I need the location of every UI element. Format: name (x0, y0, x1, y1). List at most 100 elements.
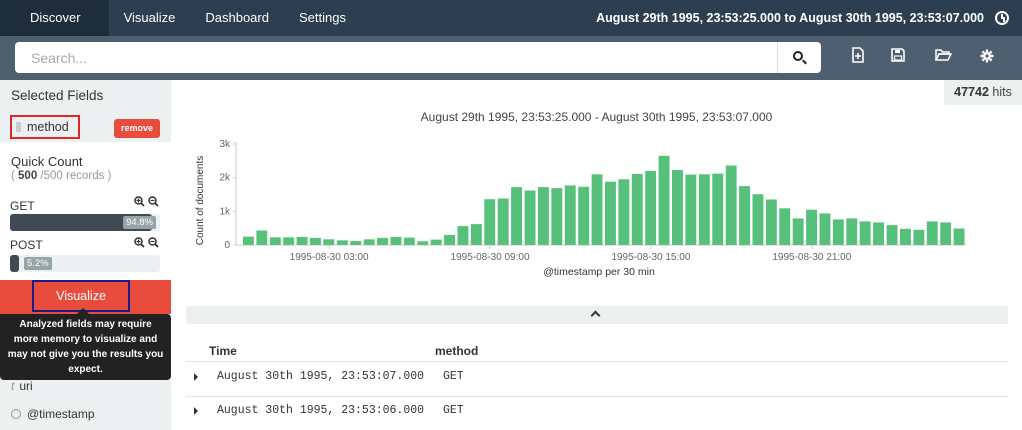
histogram-bar[interactable] (497, 198, 509, 246)
histogram-bar[interactable] (350, 241, 362, 245)
histogram-bar[interactable] (296, 236, 308, 245)
histogram-bar[interactable] (457, 226, 469, 245)
quick-count-percent-get: 94.8% (123, 216, 156, 229)
histogram-bar[interactable] (511, 187, 522, 245)
histogram-bar[interactable] (725, 165, 737, 246)
string-type-icon: t (11, 379, 15, 393)
zoom-in-icon[interactable] (134, 237, 145, 251)
histogram-bar[interactable] (631, 174, 643, 245)
histogram-bar[interactable] (269, 237, 281, 245)
histogram-bar[interactable] (779, 208, 791, 245)
histogram-bar[interactable] (832, 219, 844, 245)
cell-time: August 30th 1995, 23:53:07.000 (217, 370, 425, 383)
histogram-chart[interactable]: 0 1k 2k 3k 1995-08-30 03:00 1995-08-30 09:00 1… (180, 128, 980, 278)
histogram-bar[interactable] (645, 170, 657, 245)
histogram-bar[interactable] (752, 194, 764, 245)
remove-field-button[interactable]: remove (114, 119, 160, 138)
field-item-timestamp[interactable]: @timestamp (11, 407, 95, 421)
quick-count-title: Quick Count (11, 154, 83, 169)
histogram-bar[interactable] (323, 239, 335, 245)
histogram-bar[interactable] (819, 213, 831, 245)
search-input[interactable] (15, 42, 775, 73)
histogram-bar[interactable] (578, 186, 590, 245)
histogram-bar[interactable] (806, 209, 817, 245)
histogram-bar[interactable] (605, 181, 616, 245)
save-search-icon[interactable] (890, 47, 906, 65)
histogram-bar[interactable] (444, 234, 455, 245)
chart-collapse-toggle[interactable] (186, 306, 1008, 324)
histogram-bar[interactable] (283, 237, 295, 245)
chart-title: August 29th 1995, 23:53:25.000 - August … (420, 110, 773, 124)
histogram-bar[interactable] (846, 218, 858, 245)
field-item-uri[interactable]: t uri (11, 379, 33, 393)
zoom-out-icon[interactable] (148, 196, 159, 210)
histogram-bar[interactable] (859, 221, 871, 245)
histogram-bar[interactable] (363, 239, 375, 245)
tab-settings[interactable]: Settings (284, 0, 361, 36)
histogram-bar[interactable] (564, 185, 576, 245)
expand-caret-icon[interactable] (194, 407, 198, 415)
y-tick-label: 1k (219, 206, 231, 217)
histogram-bar[interactable] (390, 236, 402, 245)
tab-dashboard[interactable]: Dashboard (190, 0, 284, 36)
histogram-bar[interactable] (524, 190, 536, 246)
time-range-display[interactable]: August 29th 1995, 23:53:25.000 to August… (596, 0, 984, 36)
histogram-bar[interactable] (672, 169, 683, 245)
search-bar (0, 36, 1022, 80)
y-axis-label: Count of documents (195, 156, 206, 246)
histogram-bar[interactable] (484, 199, 496, 245)
histogram-bar[interactable] (551, 188, 563, 245)
histogram-bar[interactable] (591, 174, 603, 245)
quick-count-label-post: POST (10, 238, 43, 252)
histogram-bar[interactable] (698, 174, 710, 245)
histogram-bar[interactable] (430, 239, 442, 245)
histogram-bar[interactable] (336, 240, 348, 245)
open-search-icon[interactable] (934, 47, 952, 65)
column-header-method[interactable]: method (435, 344, 478, 358)
table-row[interactable]: August 30th 1995, 23:53:06.000 GET (186, 398, 1008, 426)
histogram-bar[interactable] (765, 199, 777, 246)
column-header-time[interactable]: Time (209, 344, 237, 358)
histogram-bar[interactable] (310, 237, 321, 245)
table-row[interactable]: August 30th 1995, 23:53:07.000 GET (186, 364, 1008, 392)
histogram-bar[interactable] (470, 224, 482, 245)
field-type-icon (16, 122, 21, 132)
quick-count-bar-fill-post (10, 255, 19, 272)
histogram-bar[interactable] (940, 222, 952, 245)
histogram-bar[interactable] (953, 228, 965, 246)
histogram-bar[interactable] (658, 155, 670, 245)
field-name: @timestamp (27, 407, 95, 421)
visualize-tooltip: Analyzed fields may require more memory … (0, 308, 171, 380)
quick-count-bar-post: 5.2% (10, 255, 160, 272)
zoom-in-icon[interactable] (134, 196, 145, 210)
histogram-bar[interactable] (712, 173, 724, 245)
histogram-bar[interactable] (243, 236, 254, 245)
histogram-bar[interactable] (685, 174, 697, 245)
histogram-bar[interactable] (913, 229, 925, 245)
histogram-bar[interactable] (886, 225, 898, 245)
tab-discover[interactable]: Discover (0, 0, 109, 36)
tab-visualize[interactable]: Visualize (109, 0, 191, 36)
expand-caret-icon[interactable] (194, 373, 198, 381)
settings-gear-icon[interactable] (979, 47, 995, 65)
histogram-bar[interactable] (900, 228, 911, 245)
search-icon (793, 51, 803, 61)
histogram-bar[interactable] (792, 218, 804, 245)
histogram-bar[interactable] (417, 241, 429, 245)
selected-field-method[interactable]: method (10, 115, 80, 139)
histogram-bar[interactable] (538, 187, 549, 245)
histogram-bar[interactable] (403, 237, 415, 245)
quick-count-bar-get: 94.8% (10, 214, 160, 231)
histogram-bar[interactable] (926, 221, 938, 245)
tooltip-line: more memory to visualize and (13, 334, 158, 345)
histogram-bar[interactable] (256, 230, 268, 246)
histogram-bar[interactable] (739, 186, 750, 245)
new-search-icon[interactable] (850, 47, 866, 65)
histogram-bar[interactable] (618, 179, 630, 245)
cell-method: GET (443, 370, 464, 383)
zoom-out-icon[interactable] (148, 237, 159, 251)
clock-icon[interactable] (995, 11, 1009, 25)
search-button[interactable] (777, 42, 821, 73)
histogram-bar[interactable] (873, 222, 884, 245)
histogram-bar[interactable] (377, 237, 388, 245)
